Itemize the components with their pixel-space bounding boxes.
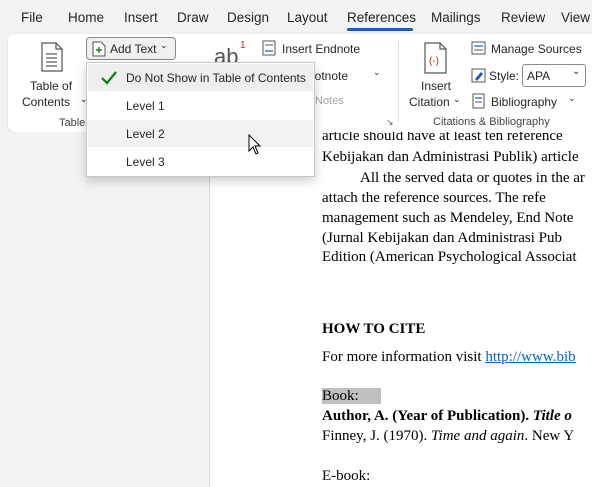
- tab-view[interactable]: View: [561, 10, 590, 25]
- chevron-down-icon: ⌄: [160, 40, 168, 50]
- tab-file[interactable]: File: [21, 10, 43, 25]
- doc-line: Kebijakan dan Administrasi Publik) artic…: [322, 149, 579, 165]
- tab-draw[interactable]: Draw: [177, 10, 209, 25]
- style-label: Style:: [489, 69, 520, 83]
- citation-link[interactable]: http://www.bib: [485, 349, 575, 365]
- insert-citation-line2: Citation: [409, 95, 450, 109]
- insert-endnote-label: Insert Endnote: [282, 42, 361, 56]
- active-tab-indicator: [347, 28, 413, 31]
- doc-line: All the served data or quotes in the ar: [360, 170, 585, 186]
- table-group-label: Table: [59, 117, 86, 129]
- insert-citation-line1: Insert: [421, 79, 452, 93]
- manage-sources-button[interactable]: Manage Sources: [471, 40, 586, 58]
- menu-bar: File Home Insert Draw Design Layout Refe…: [0, 0, 592, 34]
- chevron-down-icon: ⌄: [453, 94, 461, 104]
- manage-sources-label: Manage Sources: [491, 42, 582, 56]
- chevron-down-icon: ⌄: [568, 93, 576, 103]
- bibliography-button[interactable]: Bibliography ⌄: [471, 92, 581, 110]
- style-icon: [471, 68, 486, 83]
- endnote-icon: [262, 40, 276, 56]
- how-to-cite-heading: HOW TO CITE: [322, 321, 426, 337]
- author-format-line: Author, A. (Year of Publication). Title …: [322, 408, 572, 425]
- toc-label-line2: Contents: [22, 95, 71, 109]
- citations-group-label: Citations & Bibliography: [433, 116, 550, 128]
- more-info-line: For more information visit http://www.bi…: [322, 349, 576, 366]
- tab-references[interactable]: References: [347, 10, 416, 25]
- checkmark-icon: [101, 71, 117, 85]
- bibliography-label: Bibliography: [491, 95, 558, 109]
- citation-style-control: Style: APA ⌄: [471, 64, 591, 88]
- menu-item-level-2[interactable]: Level 2: [88, 120, 313, 147]
- finney-rest: . New Y: [524, 428, 575, 444]
- footnote-superscript: 1: [240, 40, 246, 51]
- author-format-title: Title o: [532, 408, 572, 424]
- bibliography-icon: [472, 93, 485, 109]
- dialog-launcher-icon[interactable]: ↘: [386, 117, 394, 128]
- tab-insert[interactable]: Insert: [124, 10, 158, 25]
- toc-label-line1: Table of: [30, 79, 73, 93]
- add-text-dropdown-menu: Do Not Show in Table of Contents Level 1…: [86, 62, 315, 177]
- style-select[interactable]: APA ⌄: [522, 64, 586, 87]
- finney-title: Time and again: [431, 428, 525, 444]
- author-format-text: Author, A. (Year of Publication).: [322, 408, 533, 424]
- menu-item-label: Level 1: [126, 99, 165, 113]
- book-label-line: Book:: [322, 388, 381, 405]
- finney-example-line: Finney, J. (1970). Time and again. New Y: [322, 428, 574, 445]
- insert-citation-button[interactable]: (-) Insert Citation ⌄: [406, 38, 464, 110]
- add-text-button[interactable]: Add Text ⌄: [86, 37, 176, 60]
- add-text-label: Add Text: [110, 42, 157, 56]
- book-label: Book:: [322, 388, 381, 404]
- menu-item-level-1[interactable]: Level 1: [88, 92, 313, 119]
- citation-icon: (-): [424, 42, 447, 74]
- toc-icon: [41, 42, 63, 72]
- menu-item-do-not-show[interactable]: Do Not Show in Table of Contents: [88, 64, 313, 91]
- notes-label: Notes: [315, 95, 344, 107]
- menu-item-label: Level 2: [126, 127, 165, 141]
- tab-design[interactable]: Design: [227, 10, 269, 25]
- manage-sources-icon: [471, 41, 486, 55]
- mouse-cursor-icon: [248, 134, 262, 155]
- doc-line: article should have at least ten referen…: [322, 132, 563, 144]
- menu-item-label: Level 3: [126, 155, 165, 169]
- tab-layout[interactable]: Layout: [287, 10, 328, 25]
- doc-line: attach the reference sources. The refe: [322, 190, 546, 206]
- tab-home[interactable]: Home: [68, 10, 104, 25]
- doc-line: management such as Mendeley, End Note: [322, 210, 574, 226]
- menu-item-level-3[interactable]: Level 3: [88, 148, 313, 175]
- finney-author: Finney, J. (1970).: [322, 428, 432, 444]
- doc-line: (Jurnal Kebijakan dan Administrasi Pub: [322, 230, 562, 246]
- ebook-label: E-book:: [322, 468, 371, 484]
- add-text-icon: [92, 41, 106, 57]
- document-page[interactable]: article should have at least ten referen…: [210, 132, 592, 487]
- insert-endnote-button[interactable]: Insert Endnote: [262, 40, 362, 58]
- group-separator: [398, 42, 399, 122]
- document-canvas-margin: [0, 132, 210, 487]
- next-footnote-button[interactable]: ootnote ⌄: [308, 67, 388, 85]
- tab-review[interactable]: Review: [501, 10, 545, 25]
- style-select-value: APA: [527, 69, 551, 83]
- menu-item-label: Do Not Show in Table of Contents: [126, 71, 306, 85]
- table-of-contents-button[interactable]: Table of Contents ⌄: [18, 38, 88, 110]
- doc-line: Edition (American Psychological Associat: [322, 249, 577, 265]
- chevron-down-icon: ⌄: [373, 67, 381, 77]
- chevron-down-icon: ⌄: [572, 66, 581, 77]
- more-info-text: For more information visit: [322, 349, 486, 365]
- tab-mailings[interactable]: Mailings: [431, 10, 481, 25]
- svg-text:(-): (-): [429, 56, 439, 67]
